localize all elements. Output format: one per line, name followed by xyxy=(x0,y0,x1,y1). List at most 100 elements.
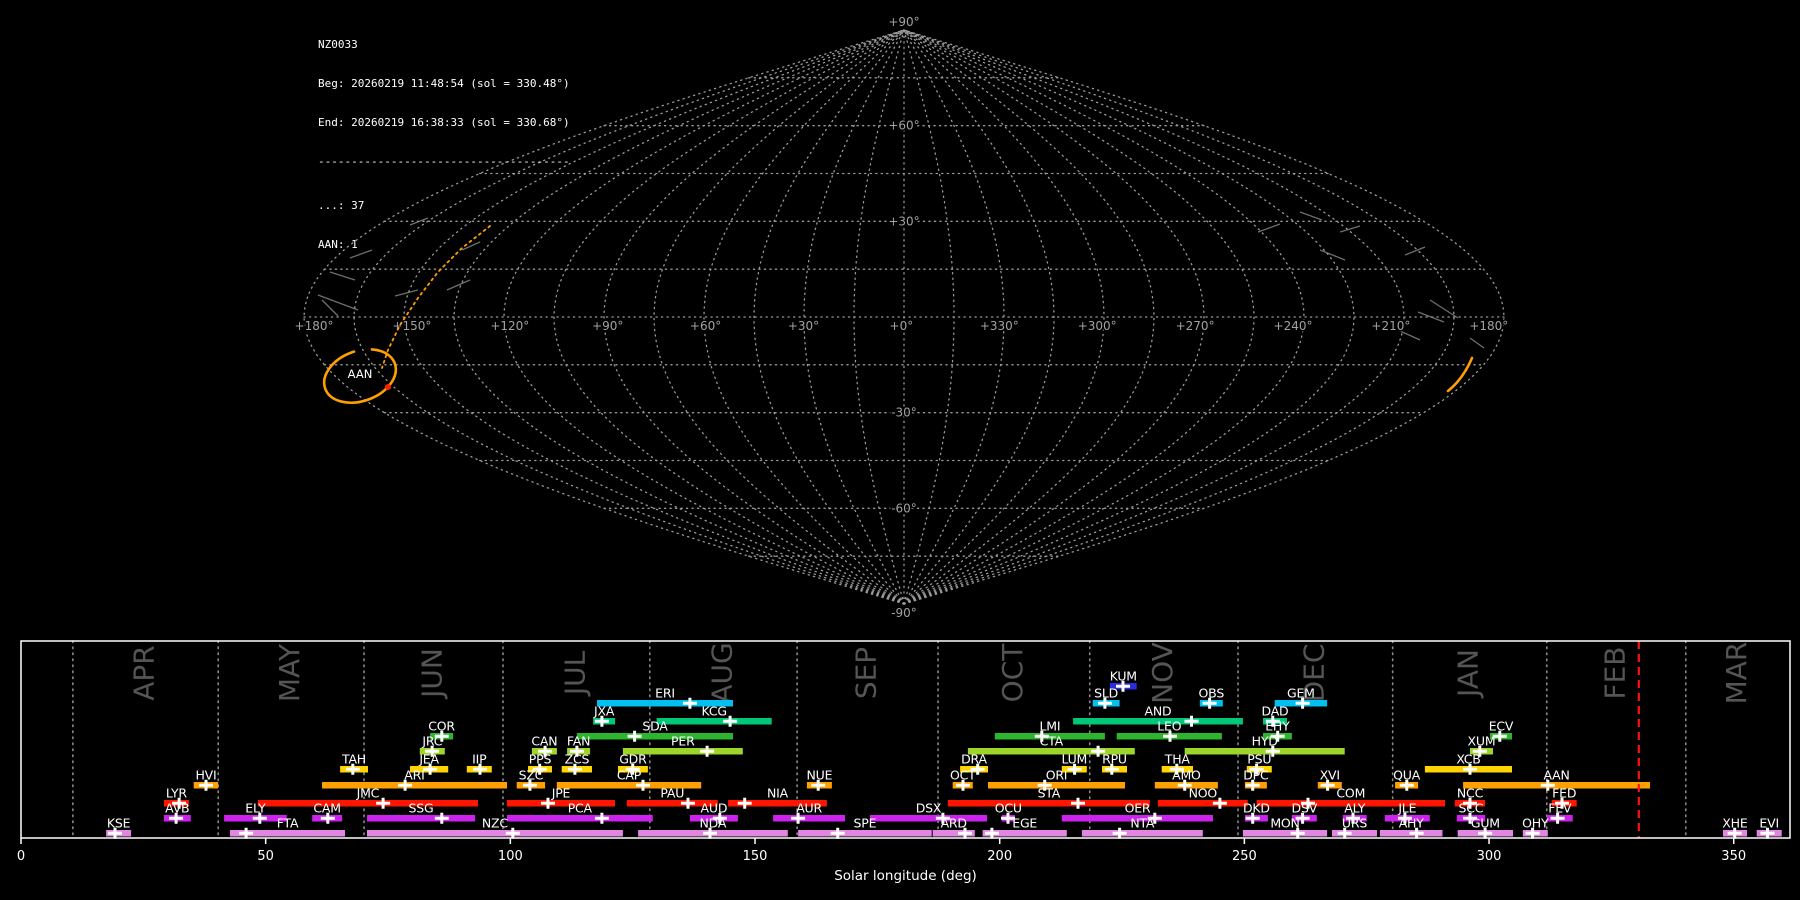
radiant-track xyxy=(1299,211,1323,221)
shower-label-AUR: AUR xyxy=(796,801,822,816)
grid-meridian xyxy=(903,29,955,605)
shower-label-STA: STA xyxy=(1038,786,1061,801)
shower-label-EGE: EGE xyxy=(1012,816,1037,831)
shower-bar-PCA xyxy=(506,815,653,822)
shower-bar-DSX xyxy=(870,815,987,822)
shower-label-ALY: ALY xyxy=(1344,801,1365,816)
shower-label-SSG: SSG xyxy=(409,801,434,816)
shower-label-NTA: NTA xyxy=(1130,816,1155,831)
shower-label-FTA: FTA xyxy=(277,816,299,831)
shower-label-DKD: DKD xyxy=(1243,801,1270,816)
shower-label-ORI: ORI xyxy=(1046,768,1068,783)
shower-bar-KCG xyxy=(656,718,772,725)
month-label: JUN xyxy=(416,648,449,700)
longitude-label: +210° xyxy=(1371,319,1410,333)
shower-label-GEM: GEM xyxy=(1287,686,1315,701)
month-label: APR xyxy=(128,645,161,701)
shower-label-DSV: DSV xyxy=(1292,801,1318,816)
shower-bar-NZC xyxy=(367,830,623,837)
shower-peak-cross-NTA xyxy=(1112,827,1127,839)
shower-bar-SPE xyxy=(798,830,932,837)
shower-label-PER: PER xyxy=(671,734,695,749)
shower-peak-cross-PER xyxy=(700,745,715,757)
longitude-label: +330° xyxy=(980,319,1019,333)
shower-label-FED: FED xyxy=(1552,786,1576,801)
longitude-label: +150° xyxy=(392,319,431,333)
shower-peak-cross-STA xyxy=(1071,797,1085,809)
longitude-label: +180° xyxy=(1469,319,1508,333)
month-label: OCT xyxy=(996,643,1029,703)
shower-label-XVI: XVI xyxy=(1320,768,1340,783)
shower-label-NIA: NIA xyxy=(767,786,789,801)
shower-peak-cross-ERI xyxy=(682,697,697,709)
radiant-track xyxy=(1319,249,1346,261)
longitude-label: +240° xyxy=(1274,319,1313,333)
shower-label-PAU: PAU xyxy=(660,786,684,801)
observation-end: End: 20260219 16:38:33 (sol = 330.68°) xyxy=(318,116,570,129)
shower-label-ECV: ECV xyxy=(1489,719,1514,734)
shower-label-OBS: OBS xyxy=(1199,686,1225,701)
shower-bar-ARI xyxy=(322,782,507,789)
shower-label-JXA: JXA xyxy=(593,704,615,719)
month-label: JAN xyxy=(1452,649,1485,699)
longitude-label: +0° xyxy=(890,319,914,333)
x-tick-label: 0 xyxy=(17,849,25,864)
radiant-track xyxy=(321,299,339,317)
shower-label-DPC: DPC xyxy=(1243,768,1269,783)
shower-label-JLE: JLE xyxy=(1397,801,1416,816)
month-label: SEP xyxy=(850,647,883,699)
latitude-label: +90° xyxy=(888,15,919,29)
header-separator: -------------------------------------- xyxy=(318,155,570,168)
shower-label-XUM: XUM xyxy=(1468,734,1496,749)
station-id: NZ0033 xyxy=(318,38,358,51)
x-tick-label: 200 xyxy=(987,849,1012,864)
shower-peak-cross-EGE xyxy=(984,827,999,839)
longitude-label: +300° xyxy=(1078,319,1117,333)
shower-label-COM: COM xyxy=(1336,786,1365,801)
shower-label-DSX: DSX xyxy=(916,801,942,816)
shower-label-JMC: JMC xyxy=(356,786,380,801)
x-tick-label: 100 xyxy=(498,849,523,864)
shower-bar-SDA xyxy=(576,733,733,740)
shower-label-LYR: LYR xyxy=(166,786,188,801)
shower-label-CTA: CTA xyxy=(1040,734,1064,749)
shower-label-ZCS: ZCS xyxy=(565,752,590,767)
shower-label-NOO: NOO xyxy=(1189,786,1218,801)
shower-label-MON: MON xyxy=(1270,816,1299,831)
count-sporadic: ...: 37 xyxy=(318,199,365,212)
shower-label-RPU: RPU xyxy=(1102,752,1127,767)
month-label: AUG xyxy=(706,642,739,703)
month-label: NOV xyxy=(1146,642,1179,704)
aan-current-position-dot xyxy=(385,384,391,390)
shower-label-KCG: KCG xyxy=(702,704,727,719)
shower-label-FAN: FAN xyxy=(567,734,590,749)
observation-begin: Beg: 20260219 11:48:54 (sol = 330.48°) xyxy=(318,77,570,90)
radiant-track xyxy=(394,289,419,297)
latitude-label: +60° xyxy=(888,119,919,133)
x-tick-label: 250 xyxy=(1232,849,1257,864)
latitude-label: -90° xyxy=(891,606,917,620)
shower-label-SPE: SPE xyxy=(854,816,877,831)
shower-label-ARI: ARI xyxy=(404,768,424,783)
shower-bar-MON xyxy=(1242,830,1328,837)
x-tick-label: 300 xyxy=(1477,849,1502,864)
latitude-label: -30° xyxy=(891,406,917,420)
month-label: FEB xyxy=(1598,646,1631,699)
month-label: MAY xyxy=(273,643,306,702)
x-axis-title: Solar longitude (deg) xyxy=(834,868,977,884)
shower-label-SDA: SDA xyxy=(642,719,668,734)
shower-label-ERI: ERI xyxy=(655,686,675,701)
shower-bar-NOO xyxy=(1157,800,1248,807)
shower-peak-cross-FTA xyxy=(239,827,254,839)
shower-peak-cross-AND xyxy=(1184,715,1199,727)
longitude-label: +120° xyxy=(490,319,529,333)
longitude-label: +60° xyxy=(690,319,721,333)
aan-wrap-arc xyxy=(1446,356,1474,393)
longitude-label: +180° xyxy=(295,319,334,333)
activity-timeline-chart: APR MAY JUN JUL AUG SEP OCT NOV DEC JAN FEB MARKUME… xyxy=(17,640,1791,884)
figure-canvas: +90° +60° +30° -30° -60° -90° +180° +150° +120° +… xyxy=(17,14,1791,884)
count-aan: AAN: 1 xyxy=(318,238,358,251)
shower-label-OER: OER xyxy=(1125,801,1151,816)
latitude-label: +30° xyxy=(888,214,919,228)
shower-label-OHY: OHY xyxy=(1522,816,1549,831)
